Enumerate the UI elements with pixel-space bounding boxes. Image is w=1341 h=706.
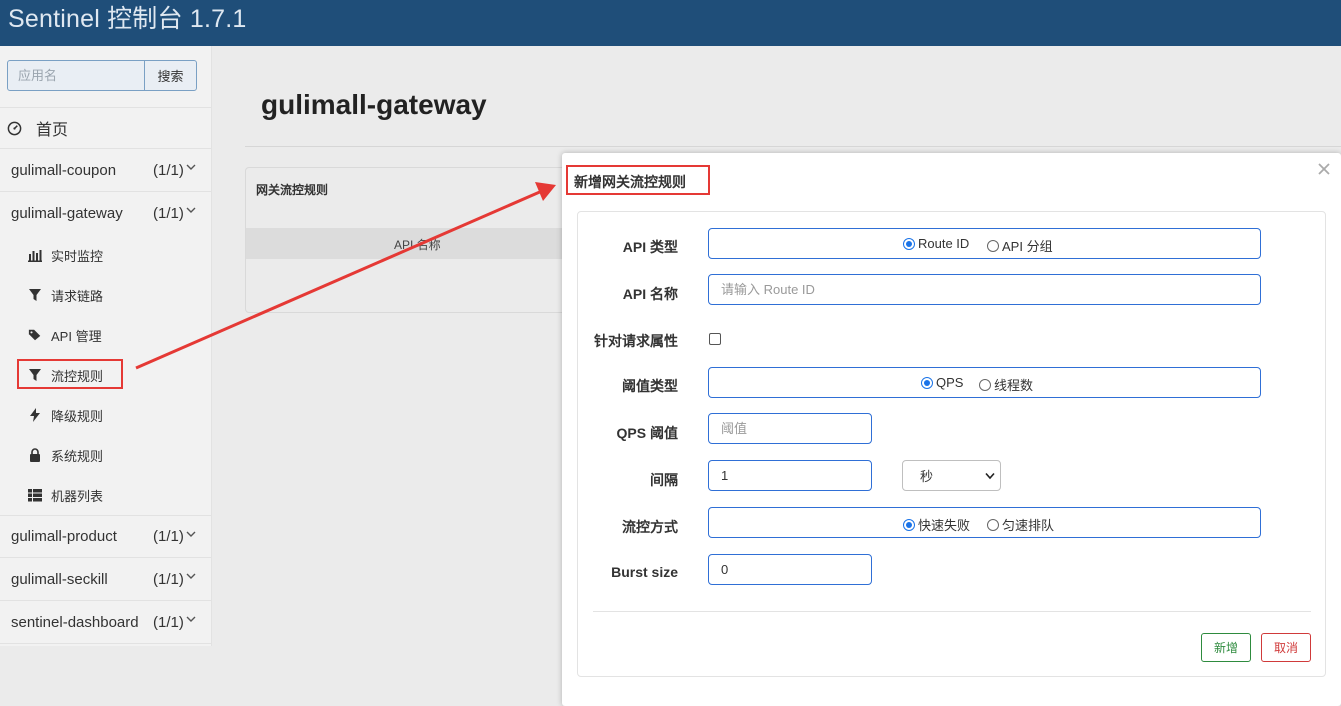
sidebar-item-label: API 管理 [51, 328, 102, 344]
tags-icon [28, 329, 41, 341]
threshold-type-radio-group: QPS 线程数 [708, 367, 1261, 398]
sidebar: 搜索 首页 gulimall-coupon (1/1) gulimall-gat… [0, 46, 212, 646]
label-qps-threshold: QPS 阈值 [616, 425, 678, 441]
sidebar-item-label: 请求链路 [51, 288, 104, 304]
sidebar-item-label: 实时监控 [51, 248, 104, 264]
label-api-type: API 类型 [622, 239, 678, 255]
annotation-highlight-box [17, 359, 123, 389]
app-count: (1/1) [153, 161, 184, 179]
rules-card: 网关流控规则 API 名称 [245, 167, 576, 313]
app-search-input[interactable] [7, 60, 145, 91]
sidebar-item-flow-rules[interactable]: 流控规则 [0, 355, 212, 395]
app-count: (1/1) [153, 613, 184, 631]
lock-icon [30, 448, 40, 462]
radio-label: API 分组 [1002, 239, 1053, 254]
app-name: gulimall-gateway [11, 205, 123, 222]
dialog-title: 新增网关流控规则 [574, 174, 686, 190]
dashboard-icon [7, 121, 22, 135]
radio-thread-count[interactable]: 线程数 [979, 375, 1033, 394]
column-header-api-name: API 名称 [394, 238, 441, 252]
app-name: gulimall-seckill [11, 570, 108, 588]
radio-button[interactable] [987, 518, 999, 531]
radio-button[interactable] [987, 239, 999, 252]
sidebar-item-label: 首页 [36, 122, 69, 139]
sidebar-item-label: 系统规则 [51, 448, 104, 464]
sidebar-app-gateway[interactable]: gulimall-gateway (1/1) [0, 192, 212, 235]
sidebar-item-label: 机器列表 [51, 488, 104, 504]
cancel-button[interactable]: 取消 [1261, 633, 1311, 662]
radio-button[interactable] [979, 378, 991, 391]
radio-fast-fail[interactable]: 快速失败 [903, 515, 970, 534]
label-threshold-type: 阈值类型 [622, 378, 678, 394]
app-count: (1/1) [153, 570, 184, 588]
select-value: 秒 [920, 469, 934, 484]
chevron-down-icon [186, 207, 196, 213]
qps-threshold-input[interactable] [708, 413, 872, 444]
app-brand[interactable]: Sentinel 控制台 1.7.1 [8, 4, 246, 34]
radio-qps[interactable]: QPS [921, 375, 963, 390]
radio-label: 线程数 [994, 378, 1034, 393]
table-header: API 名称 [246, 228, 576, 259]
radio-queueing[interactable]: 匀速排队 [987, 515, 1054, 534]
sidebar-item-realtime-monitor[interactable]: 实时监控 [0, 235, 212, 275]
label-request-attribute: 针对请求属性 [594, 333, 678, 349]
chevron-down-icon [186, 616, 196, 622]
control-mode-radio-group: 快速失败 匀速排队 [708, 507, 1261, 538]
app-name: sentinel-dashboard [11, 613, 139, 631]
radio-label: 快速失败 [918, 518, 971, 533]
label-interval: 间隔 [650, 472, 678, 488]
app-search: 搜索 [7, 60, 197, 92]
sidebar-item-degrade-rules[interactable]: 降级规则 [0, 395, 212, 435]
request-attribute-checkbox[interactable] [709, 333, 721, 345]
app-count: (1/1) [153, 528, 184, 545]
top-navbar: Sentinel 控制台 1.7.1 [0, 0, 1341, 46]
label-api-name: API 名称 [622, 286, 678, 302]
interval-input[interactable] [708, 460, 872, 491]
radio-label: Route ID [918, 236, 970, 251]
app-name: gulimall-coupon [11, 161, 117, 179]
app-name: gulimall-product [11, 528, 117, 545]
add-button[interactable]: 新增 [1201, 633, 1251, 662]
divider [245, 146, 1341, 147]
sidebar-item-home[interactable]: 首页 [0, 107, 212, 149]
sidebar-app-coupon[interactable]: gulimall-coupon (1/1) [0, 149, 212, 192]
radio-button[interactable] [921, 376, 933, 389]
sidebar-item-system-rules[interactable]: 系统规则 [0, 435, 212, 475]
sidebar-app-seckill[interactable]: gulimall-seckill (1/1) [0, 558, 212, 601]
label-burst-size: Burst size [611, 564, 678, 580]
label-control-mode: 流控方式 [622, 519, 678, 535]
app-count: (1/1) [153, 205, 184, 222]
radio-route-id[interactable]: Route ID [903, 236, 969, 251]
close-icon[interactable] [1316, 161, 1332, 177]
chevron-down-icon [186, 573, 196, 579]
divider [593, 611, 1311, 612]
chevron-down-icon [186, 164, 196, 170]
sidebar-item-api-management[interactable]: API 管理 [0, 315, 212, 355]
card-title: 网关流控规则 [256, 183, 329, 197]
search-button[interactable]: 搜索 [144, 60, 197, 91]
burst-size-input[interactable] [708, 554, 872, 585]
radio-button[interactable] [903, 518, 915, 531]
api-name-input[interactable] [708, 274, 1261, 305]
api-type-radio-group: Route ID API 分组 [708, 228, 1261, 259]
sidebar-app-sentinel-dashboard[interactable]: sentinel-dashboard (1/1) [0, 601, 212, 644]
radio-button[interactable] [903, 237, 915, 250]
radio-label: 匀速排队 [1002, 518, 1055, 533]
chevron-down-icon [985, 472, 995, 480]
sidebar-item-label: 降级规则 [51, 408, 104, 424]
bar-chart-icon [28, 250, 42, 262]
page-title: gulimall-gateway [261, 89, 487, 120]
radio-label: QPS [936, 375, 964, 390]
add-gateway-flow-rule-dialog: 新增网关流控规则 API 类型 Route ID API 分组 API 名称 针… [562, 153, 1341, 706]
filter-icon [29, 289, 41, 301]
th-list-icon [28, 489, 42, 502]
sidebar-item-request-chain[interactable]: 请求链路 [0, 275, 212, 315]
rule-form: API 类型 Route ID API 分组 API 名称 针对请求属性 阈值类… [577, 211, 1326, 677]
radio-api-group[interactable]: API 分组 [987, 236, 1053, 255]
sidebar-app-product[interactable]: gulimall-product (1/1) [0, 515, 212, 558]
chevron-down-icon [186, 531, 196, 537]
sidebar-item-machine-list[interactable]: 机器列表 [0, 475, 212, 515]
bolt-icon [30, 408, 40, 422]
interval-unit-select[interactable]: 秒 [902, 460, 1001, 491]
